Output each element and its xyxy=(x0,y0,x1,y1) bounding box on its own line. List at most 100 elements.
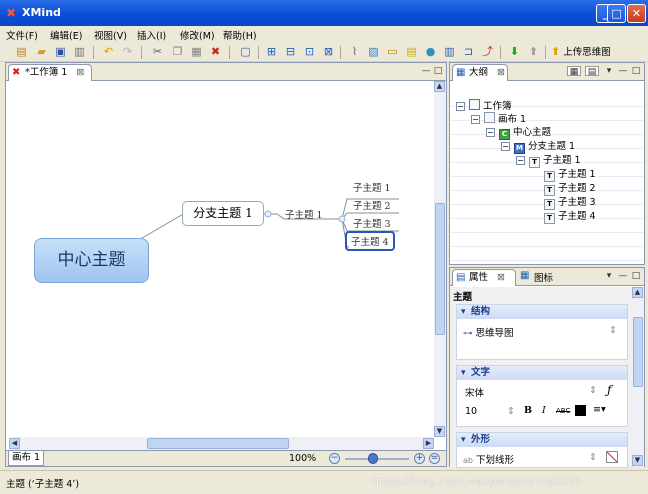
upload-map-button[interactable]: ⬆ 上传思维图 xyxy=(551,44,611,60)
central-topic[interactable]: 中心主题 xyxy=(34,238,149,283)
horizontal-scroll-thumb[interactable] xyxy=(147,438,289,449)
structure-select[interactable]: ⊶ 思维导图 xyxy=(463,325,514,339)
maximize-pane-icon[interactable]: □ xyxy=(631,66,641,76)
menu-insert[interactable]: 插入(I) xyxy=(137,28,166,42)
tree-item-leaf-3[interactable]: T 子主题 3 xyxy=(544,196,596,210)
properties-scrollbar[interactable]: ▲ ▼ xyxy=(632,287,644,467)
tree-item-leaf-1[interactable]: T 子主题 1 xyxy=(544,168,596,182)
select-icon[interactable]: ▢ xyxy=(238,45,253,59)
tab-icons[interactable]: ▦ 图标 xyxy=(520,270,553,284)
menu-file[interactable]: 文件(F) xyxy=(6,28,38,42)
boundary-icon[interactable]: ▥ xyxy=(442,45,457,59)
tree-item-leaf-2[interactable]: T 子主题 2 xyxy=(544,182,596,196)
strikethrough-icon[interactable]: ABC xyxy=(556,407,570,415)
tab-workbook[interactable]: ✖ *工作簿 1 ⊠ xyxy=(8,64,92,81)
scroll-right-icon[interactable]: ▶ xyxy=(423,438,434,449)
new-icon[interactable]: ▤ xyxy=(14,45,29,59)
zoom-reset-icon[interactable]: = xyxy=(429,453,440,464)
leaf-topic-2[interactable]: 子主题 2 xyxy=(353,198,391,212)
properties-scroll-thumb[interactable] xyxy=(633,317,643,387)
note-icon[interactable]: ▤ xyxy=(404,45,419,59)
outline-view-icon[interactable]: ▦ xyxy=(567,66,581,77)
tab-outline[interactable]: ▦ 大纲 ⊠ xyxy=(452,64,508,81)
delete-icon[interactable]: ✖ xyxy=(208,45,223,59)
minimize-pane-icon[interactable]: — xyxy=(421,66,431,76)
tree-item-workbook[interactable]: − 工作簿 xyxy=(456,99,512,112)
subtopic-node[interactable]: 子主题 1 xyxy=(285,207,323,221)
minimize-pane-icon[interactable]: — xyxy=(618,66,628,76)
shape-header[interactable]: 外形 xyxy=(457,433,627,447)
bold-icon[interactable]: B xyxy=(524,405,532,416)
structure-header[interactable]: 结构 xyxy=(457,305,627,319)
maximize-pane-icon[interactable]: □ xyxy=(433,66,443,76)
save-icon[interactable]: ▣ xyxy=(53,45,68,59)
insert-subtopic-icon[interactable]: ⊟ xyxy=(283,45,298,59)
zoom-in-icon[interactable]: + xyxy=(414,453,425,464)
mindmap-canvas[interactable]: 中心主题 分支主题 1 子主题 1 子主题 1 子主题 2 子主题 3 子主题 … xyxy=(9,81,434,437)
view-menu-icon[interactable]: ▾ xyxy=(604,66,614,76)
image-icon[interactable]: ▨ xyxy=(366,45,381,59)
drill-down-icon[interactable]: ⬇ xyxy=(507,45,522,59)
hyperlink-icon[interactable]: ● xyxy=(423,45,438,59)
leaf-topic-4-selected[interactable]: 子主题 4 xyxy=(345,231,395,251)
minimize-pane-icon[interactable]: — xyxy=(618,271,628,281)
summary-icon[interactable]: ⊐ xyxy=(461,45,476,59)
leaf-topic-1[interactable]: 子主题 1 xyxy=(353,180,391,194)
cut-icon[interactable]: ✂ xyxy=(150,45,165,59)
close-tab-icon[interactable]: ⊠ xyxy=(497,67,505,78)
close-button[interactable]: ✕ xyxy=(627,4,646,23)
font-name[interactable]: 宋体 xyxy=(465,385,484,399)
menu-help[interactable]: 帮助(H) xyxy=(223,28,257,42)
shape-select[interactable]: ab 下划线形 xyxy=(463,452,514,466)
close-tab-icon[interactable]: ⊠ xyxy=(76,67,84,78)
tree-item-sheet[interactable]: − 画布 1 xyxy=(471,112,526,125)
collapse-icon[interactable]: − xyxy=(486,128,495,137)
relationship-icon[interactable]: ⤴ xyxy=(480,45,495,59)
insert-topic-icon[interactable]: ⊞ xyxy=(264,45,279,59)
shape-dropdown-icon[interactable]: ⇕ xyxy=(589,452,597,463)
tree-item-leaf-4[interactable]: T 子主题 4 xyxy=(544,210,596,224)
font-size-dropdown-icon[interactable]: ⇕ xyxy=(507,406,515,417)
zoom-out-icon[interactable]: − xyxy=(329,453,340,464)
menu-edit[interactable]: 编辑(E) xyxy=(50,28,82,42)
menu-modify[interactable]: 修改(M) xyxy=(180,28,215,42)
collapse-icon[interactable]: − xyxy=(501,142,510,151)
vertical-scroll-thumb[interactable] xyxy=(435,203,445,335)
outline-layout-icon[interactable]: ▤ xyxy=(585,66,599,77)
scroll-down-icon[interactable]: ▼ xyxy=(434,426,445,437)
insert-topic-before-icon[interactable]: ⊡ xyxy=(302,45,317,59)
menu-view[interactable]: 视图(V) xyxy=(94,28,127,42)
fill-color-icon[interactable] xyxy=(606,451,618,463)
font-chooser-icon[interactable]: ƒ xyxy=(607,383,611,397)
zoom-slider-knob[interactable] xyxy=(368,453,378,464)
view-menu-icon[interactable]: ▾ xyxy=(604,271,614,281)
maximize-button[interactable]: □ xyxy=(607,4,626,23)
drill-up-icon[interactable]: ⬆ xyxy=(526,45,541,59)
tab-properties[interactable]: ▤ 属性 ⊠ xyxy=(452,269,516,286)
paste-icon[interactable]: ▦ xyxy=(189,45,204,59)
font-size[interactable]: 10 xyxy=(465,406,477,417)
open-icon[interactable]: ▰ xyxy=(34,45,49,59)
insert-parent-icon[interactable]: ⊠ xyxy=(321,45,336,59)
scroll-up-icon[interactable]: ▲ xyxy=(632,287,643,298)
editor-vertical-scrollbar[interactable]: ▲ ▼ xyxy=(434,81,446,437)
scroll-down-icon[interactable]: ▼ xyxy=(632,455,643,466)
tree-item-subtopic[interactable]: − T 子主题 1 xyxy=(516,154,581,168)
branch-topic[interactable]: 分支主题 1 xyxy=(182,201,264,226)
label-icon[interactable]: ▭ xyxy=(385,45,400,59)
undo-icon[interactable]: ↶ xyxy=(101,45,116,59)
collapse-icon[interactable]: − xyxy=(516,156,525,165)
sheet-tab[interactable]: 画布 1 xyxy=(8,451,44,466)
close-tab-icon[interactable]: ⊠ xyxy=(497,272,505,283)
font-dropdown-icon[interactable]: ⇕ xyxy=(589,385,597,396)
leaf-topic-3[interactable]: 子主题 3 xyxy=(353,216,391,230)
attachment-icon[interactable]: ⌇ xyxy=(347,45,362,59)
editor-horizontal-scrollbar[interactable]: ◀ ▶ xyxy=(9,437,434,450)
text-header[interactable]: 文字 xyxy=(457,366,627,380)
tree-item-central-topic[interactable]: − C 中心主题 xyxy=(486,126,551,140)
print-icon[interactable]: ▥ xyxy=(72,45,87,59)
collapse-icon[interactable]: − xyxy=(456,102,465,111)
scroll-up-icon[interactable]: ▲ xyxy=(434,81,445,92)
scroll-left-icon[interactable]: ◀ xyxy=(9,438,20,449)
structure-dropdown-icon[interactable]: ⇕ xyxy=(609,325,617,336)
